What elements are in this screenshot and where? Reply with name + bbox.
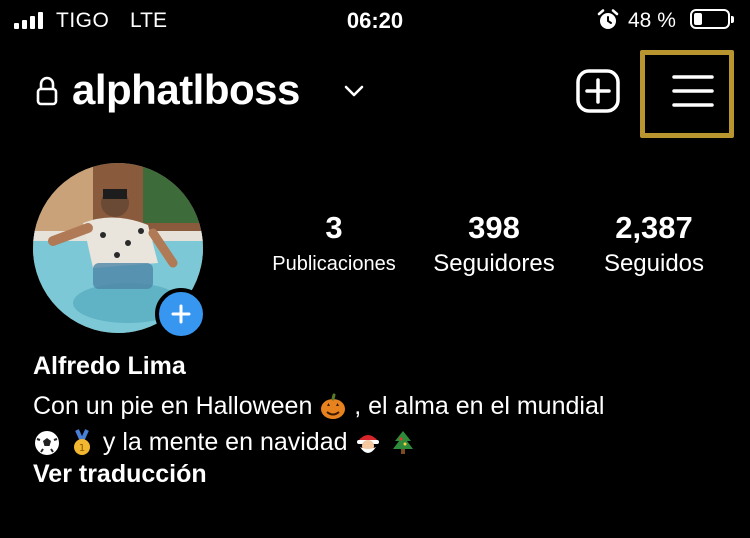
add-story-button[interactable] (155, 288, 207, 340)
bio-text-1: Con un pie en Halloween (33, 392, 313, 420)
username[interactable]: alphatlboss (72, 66, 300, 114)
svg-text:1: 1 (79, 443, 85, 454)
see-translation-link[interactable]: Ver traducción (33, 460, 207, 489)
posts-count[interactable]: 3 Publicaciones (260, 210, 408, 282)
chevron-down-icon[interactable] (344, 84, 364, 98)
christmas-tree-icon (393, 431, 414, 455)
profile-header: alphatlboss (0, 50, 750, 138)
lock-icon (36, 76, 58, 106)
bio-text-2: , el alma en el mundial (354, 392, 605, 420)
posts-value: 3 (325, 210, 343, 245)
status-bar: TIGO LTE 06:20 48 % (0, 0, 750, 42)
create-plus-icon[interactable] (575, 68, 621, 114)
following-value: 2,387 (615, 210, 693, 245)
gold-medal-icon: 1 (73, 429, 90, 456)
santa-icon (357, 435, 380, 454)
following-count[interactable]: 2,387 Seguidos (588, 210, 720, 282)
alarm-icon (597, 9, 619, 29)
full-name: Alfredo Lima (33, 352, 186, 380)
battery-icon (690, 9, 734, 29)
followers-count[interactable]: 398 Seguidores (418, 210, 570, 282)
soccer-ball-icon (35, 431, 59, 456)
battery-percent: 48 % (628, 9, 676, 32)
pumpkin-icon (321, 393, 346, 420)
followers-label: Seguidores (433, 250, 555, 277)
plus-icon (171, 304, 191, 324)
posts-label: Publicaciones (272, 253, 396, 275)
hamburger-menu-icon[interactable] (672, 72, 714, 110)
bio: Con un pie en Halloween , el alma en el … (33, 388, 733, 460)
bio-text-3: y la mente en navidad (102, 428, 348, 456)
following-label: Seguidos (603, 250, 705, 277)
followers-value: 398 (468, 210, 520, 245)
